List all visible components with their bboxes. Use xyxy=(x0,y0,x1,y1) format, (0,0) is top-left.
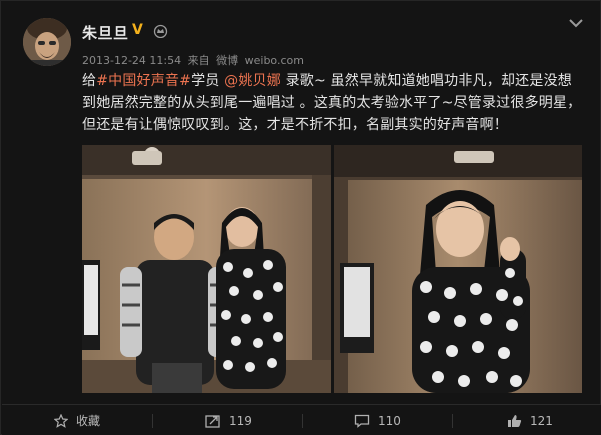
star-icon xyxy=(54,413,68,428)
source-label[interactable]: 微博 xyxy=(216,54,238,67)
comment-button[interactable]: 110 xyxy=(354,405,401,435)
divider xyxy=(302,414,303,428)
favorite-label: 收藏 xyxy=(76,414,101,428)
photo-left[interactable] xyxy=(82,145,331,393)
like-count: 121 xyxy=(530,413,553,428)
like-button[interactable]: 121 xyxy=(507,405,553,435)
divider xyxy=(152,414,153,428)
thumbs-up-icon xyxy=(508,414,522,427)
text-part2: 学员 xyxy=(191,73,225,89)
source-prefix: 来自 xyxy=(187,54,210,67)
action-bar: 收藏 119 110 121 xyxy=(2,404,601,435)
mention-link[interactable]: @姚贝娜 xyxy=(224,73,281,89)
post-meta: 2013-12-24 11:54 来自 微博 weibo.com xyxy=(82,52,307,68)
avatar[interactable] xyxy=(23,18,71,66)
repost-button[interactable]: 119 xyxy=(205,405,252,435)
chevron-down-icon[interactable] xyxy=(568,17,584,29)
text-part1: 给 xyxy=(82,73,97,89)
photo-right[interactable] xyxy=(334,145,582,393)
post-text: 给#中国好声音#学员 @姚贝娜 录歌~ 虽然早就知道她唱功非凡，却还是没想到她居… xyxy=(82,70,586,136)
user-name[interactable]: 朱旦旦 xyxy=(82,22,129,43)
weibo-post: 朱旦旦 V 2013-12-24 11:54 来自 微博 weibo.com 给… xyxy=(0,0,601,435)
hashtag-link[interactable]: #中国好声音# xyxy=(96,73,191,89)
v-badge-icon[interactable]: V xyxy=(132,23,147,38)
favorite-button[interactable]: 收藏 xyxy=(54,405,100,435)
source-domain[interactable]: weibo.com xyxy=(245,54,304,67)
comment-icon xyxy=(354,414,370,428)
divider xyxy=(452,414,453,428)
repost-count: 119 xyxy=(229,413,252,428)
timestamp[interactable]: 2013-12-24 11:54 xyxy=(82,54,181,67)
repost-icon xyxy=(205,414,220,428)
comment-count: 110 xyxy=(378,413,401,428)
crown-icon[interactable] xyxy=(153,24,168,38)
